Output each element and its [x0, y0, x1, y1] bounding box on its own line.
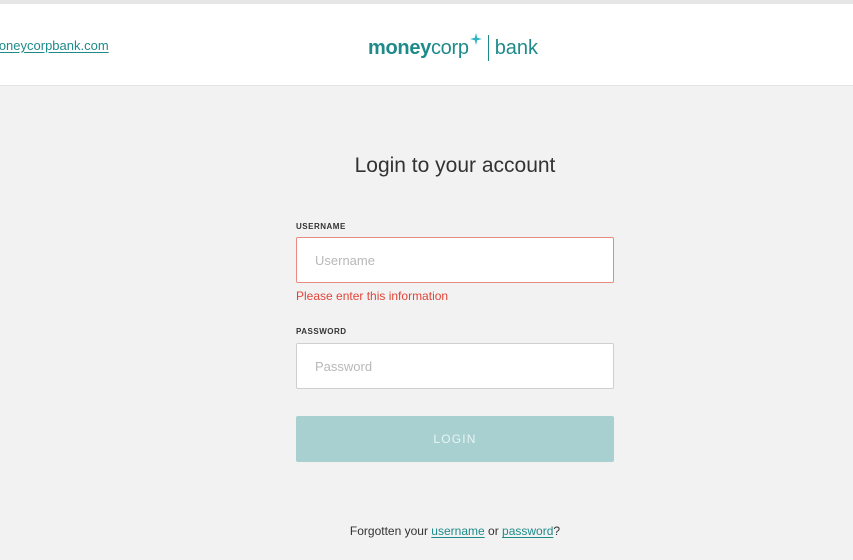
site-link[interactable]: moneycorpbank.com — [0, 38, 109, 53]
logo-money-text: money — [368, 36, 431, 59]
site-header: moneycorpbank.com money corp bank — [0, 0, 853, 86]
username-label: USERNAME — [296, 222, 346, 231]
logo-divider — [487, 35, 489, 61]
username-input[interactable] — [296, 237, 614, 283]
logo-corp-text: corp — [430, 36, 469, 59]
logo-bank-text: bank — [494, 36, 539, 59]
forgot-username-link[interactable]: username — [431, 524, 484, 538]
login-button[interactable]: LOGIN — [296, 416, 614, 462]
password-label: PASSWORD — [296, 327, 347, 336]
forgotten-credentials-text: Forgotten your username or password? — [0, 524, 853, 538]
forgot-middle: or — [488, 524, 499, 538]
sparkle-star-icon — [469, 33, 482, 45]
forgot-password-link[interactable]: password — [502, 524, 553, 538]
page-title: Login to your account — [354, 154, 556, 177]
forgot-suffix: ? — [553, 524, 561, 538]
password-input[interactable] — [296, 343, 614, 389]
moneycorp-bank-logo[interactable]: money corp bank — [368, 32, 538, 64]
username-error-message: Please enter this information — [296, 289, 449, 303]
forgot-prefix: Forgotten your — [349, 524, 428, 538]
